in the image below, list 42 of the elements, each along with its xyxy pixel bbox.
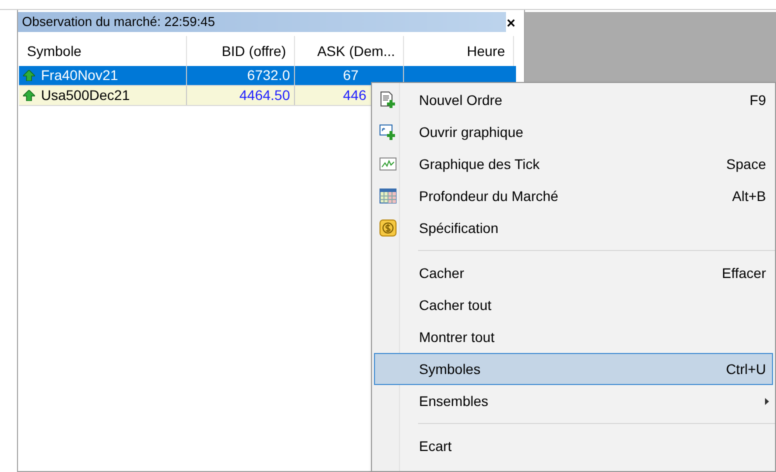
dollar-icon (379, 219, 397, 237)
up-arrow-icon (23, 70, 35, 81)
menu-item[interactable]: Cacher tout (374, 289, 773, 321)
menu-item[interactable]: Ecart (374, 430, 773, 462)
close-button[interactable]: × (503, 15, 519, 31)
menu-item[interactable]: Spécification (374, 212, 773, 244)
menu-label: Cacher (419, 264, 466, 282)
window-title: Observation du marché: 22:59:45 (21, 13, 215, 32)
shortcut-text: Space (726, 154, 767, 174)
menu-label: Cacher tout (419, 296, 492, 314)
shortcut-text: F9 (750, 90, 767, 110)
menu-label: Ouvrir graphique (419, 122, 524, 142)
menu-label: Graphique des Tick (419, 154, 541, 174)
menu-label: Symboles (419, 360, 482, 379)
symbol-name: Usa500Dec21 (41, 86, 130, 105)
chart-plus-icon (379, 123, 397, 141)
menu-label: Profondeur du Marché (419, 186, 560, 206)
shortcut-text: Ctrl+U (726, 360, 767, 378)
price-value: 67 (343, 66, 359, 85)
menu-item[interactable]: Symboles Ctrl+U (374, 353, 773, 385)
price-value: 446 (343, 86, 366, 105)
price-value: 6732.0 (247, 66, 290, 85)
up-arrow-icon (23, 90, 35, 101)
symbol-name: Fra40Nov21 (41, 66, 118, 85)
menu-label: Ecart (419, 436, 453, 456)
grid-table-icon (379, 188, 397, 204)
submenu-arrow-icon (765, 398, 769, 404)
menu-item[interactable]: Graphique des Tick Space (374, 148, 773, 180)
menu-item[interactable]: Ensembles (374, 385, 773, 417)
shortcut-text: Alt+B (732, 186, 767, 206)
table-row[interactable]: Fra40Nov21 6732.0 67 (19, 66, 516, 86)
menu-item[interactable]: Profondeur du Marché Alt+B (374, 180, 773, 212)
menu-item[interactable]: Montrer tout (374, 321, 773, 353)
tick-chart-icon (379, 156, 397, 172)
menu-label: Ensembles (419, 392, 490, 410)
shortcut-text: Effacer (722, 264, 767, 282)
menu-item[interactable]: Ouvrir graphique (374, 116, 773, 148)
menu-label: Montrer tout (419, 328, 496, 346)
menu-label: Spécification (419, 218, 500, 238)
price-value: 4464.50 (239, 86, 290, 105)
document-plus-icon (379, 91, 397, 109)
menu-item[interactable]: Cacher Effacer (374, 257, 773, 289)
